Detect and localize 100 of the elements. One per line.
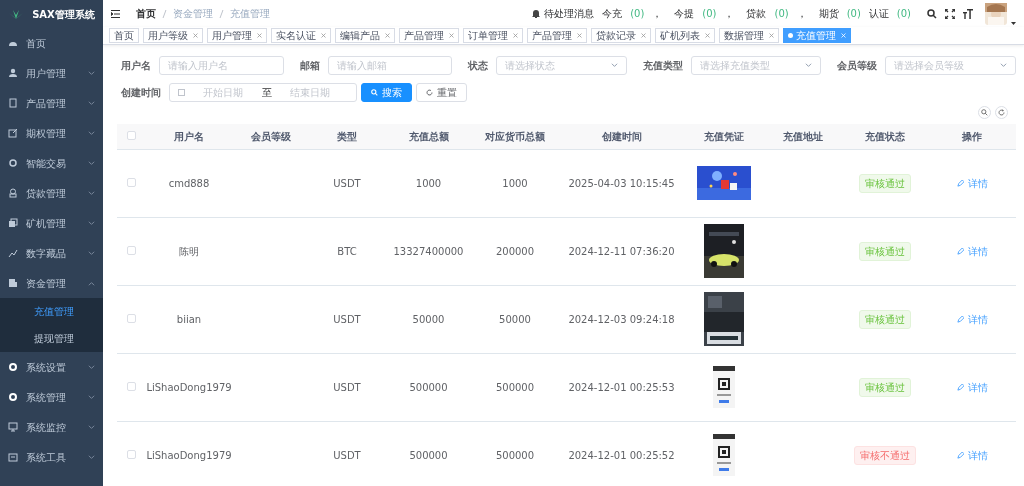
sidebar-item[interactable]: 系统工具 [0, 442, 103, 472]
sidebar-item[interactable]: 首页 [0, 28, 103, 58]
tab[interactable]: 首页 [109, 28, 139, 43]
sidebar-item[interactable]: 智能交易 [0, 148, 103, 178]
table-cell: USDT [333, 313, 361, 325]
chevron-down-icon [88, 364, 95, 370]
reset-button[interactable]: 重置 [416, 83, 467, 102]
edit-icon [956, 315, 964, 323]
checkbox[interactable] [126, 313, 136, 323]
table-cell: 陈明 [179, 245, 199, 257]
table-cell: 2024-12-01 00:25:53 [568, 381, 675, 393]
sidebar-subitem[interactable]: 提现管理 [0, 325, 103, 352]
table-cell: 2025-04-03 10:15:45 [568, 177, 675, 189]
sidebar-item[interactable]: 期权管理 [0, 118, 103, 148]
checkbox[interactable] [126, 449, 136, 459]
tab[interactable]: 产品管理 [527, 28, 587, 43]
notice-label: 待处理消息 [544, 7, 595, 21]
table-cell: BTC [337, 245, 357, 257]
sidebar-item[interactable]: 系统监控 [0, 412, 103, 442]
edit-icon [956, 179, 964, 187]
bell-icon [532, 9, 541, 18]
checkbox[interactable] [126, 245, 136, 255]
column-header: 充值状态 [865, 130, 905, 142]
tab[interactable]: 用户管理 [207, 28, 267, 43]
fullscreen-button[interactable] [945, 8, 955, 19]
field-label: 状态 [468, 59, 489, 73]
checkbox[interactable] [126, 130, 136, 140]
column-header: 创建时间 [601, 130, 642, 142]
counter-label: 贷款 [746, 7, 767, 21]
sidebar-item[interactable]: 资金管理 [0, 268, 103, 298]
chevron-down-icon [88, 250, 95, 256]
tab[interactable]: 数据管理 [719, 28, 779, 43]
text-size-icon [963, 8, 973, 19]
edit-icon [8, 128, 18, 138]
table-cell: 13327400000 [393, 245, 464, 257]
table-cell: 2024-12-01 00:25:52 [568, 449, 675, 461]
sidebar-item[interactable]: 产品管理 [0, 88, 103, 118]
table-cell: 200000 [495, 245, 535, 257]
chevron-down-icon [88, 100, 95, 106]
tab[interactable]: 实名认证 [271, 28, 331, 43]
column-header: 充值地址 [783, 130, 823, 142]
checkbox[interactable] [126, 381, 136, 391]
sidebar-item[interactable]: 数字藏品 [0, 238, 103, 268]
tab[interactable]: 贷款记录 [591, 28, 651, 43]
counter-label: 今充 [602, 7, 623, 21]
user-icon [8, 68, 18, 78]
sidebar-item[interactable]: 用户管理 [0, 58, 103, 88]
dropdown-chevron-icon [805, 63, 813, 68]
counter-value: (0) [846, 7, 861, 21]
separator-text: ， [724, 7, 735, 21]
tab[interactable]: 编辑产品 [335, 28, 395, 43]
search-button[interactable] [927, 8, 937, 19]
edit-icon [956, 383, 964, 391]
chevron-down-icon [88, 220, 95, 226]
chevron-down-icon [88, 424, 95, 430]
dropdown-chevron-icon [1000, 63, 1007, 68]
counter-label: 今提 [674, 7, 695, 21]
checkbox[interactable] [126, 177, 136, 187]
breadcrumb-current: 充值管理 [230, 7, 270, 21]
fullscreen-icon [945, 8, 955, 19]
separator-text: ， [796, 7, 807, 21]
table-cell: USDT [333, 449, 361, 461]
refresh-icon [426, 89, 433, 96]
sidebar-item[interactable]: 矿机管理 [0, 208, 103, 238]
table-cell: USDT [333, 177, 361, 189]
column-header: 用户名 [174, 130, 204, 142]
column-header: 对应货币总额 [485, 130, 545, 142]
table-cell: LiShaoDong1979 [146, 381, 232, 393]
column-header: 充值凭证 [704, 130, 744, 142]
tab[interactable]: 产品管理 [399, 28, 459, 43]
search-icon [371, 89, 378, 96]
status-tag: 审核通过 [859, 241, 911, 261]
field-label: 充值类型 [642, 59, 683, 73]
refresh-button[interactable] [995, 106, 1008, 119]
stack-icon [8, 218, 18, 228]
search-icon [927, 8, 937, 19]
gear-icon [8, 158, 18, 168]
chevron-down-icon [88, 394, 95, 400]
chart-icon [8, 248, 18, 258]
breadcrumb-link[interactable]: 首页 [136, 6, 156, 21]
sidebar-item[interactable]: 系统设置 [0, 352, 103, 382]
tab[interactable]: 用户等级 [143, 28, 203, 43]
calendar-icon [178, 89, 185, 96]
edit-icon [956, 451, 964, 459]
menu-toggle-button[interactable] [111, 9, 120, 18]
sidebar-item[interactable]: 贷款管理 [0, 178, 103, 208]
sidebar-subitem[interactable]: 充值管理 [0, 298, 103, 325]
table-cell: 50000 [499, 313, 531, 325]
search-toggle-button[interactable] [978, 106, 991, 119]
table-cell: 500000 [495, 381, 535, 393]
table-cell: 1000 [502, 177, 528, 189]
field-label: 会员等级 [837, 59, 878, 73]
chevron-up-icon [88, 280, 95, 286]
tab[interactable]: 矿机列表 [655, 28, 715, 43]
chevron-down-icon [88, 190, 95, 196]
text-size-button[interactable] [963, 8, 973, 19]
field-label: 用户名 [121, 59, 151, 73]
sidebar-item[interactable]: 系统管理 [0, 382, 103, 412]
chevron-down-icon [88, 160, 95, 166]
tab[interactable]: 订单管理 [463, 28, 523, 43]
